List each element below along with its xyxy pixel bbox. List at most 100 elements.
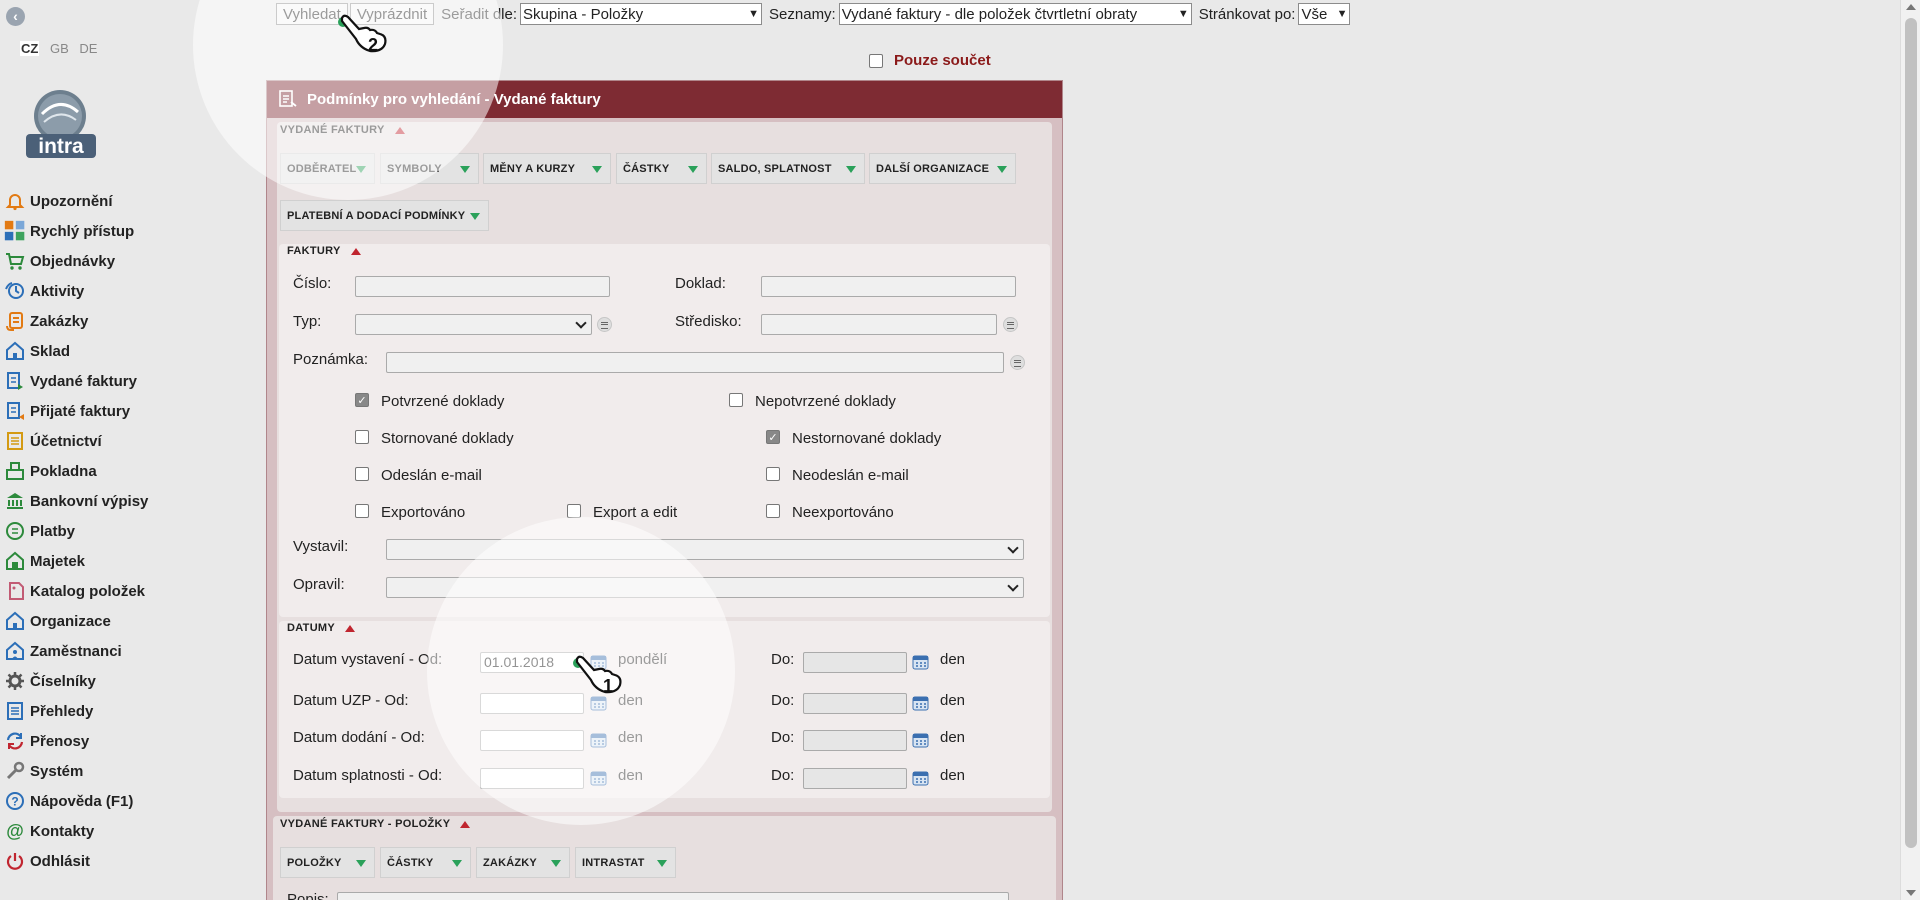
nestornovane-checkbox[interactable]: ✓ xyxy=(766,430,780,444)
collapse-sidebar-button[interactable]: ‹ xyxy=(6,7,25,26)
list-icon[interactable] xyxy=(1003,317,1018,332)
vystavil-label: Vystavil: xyxy=(293,538,349,555)
menu-item-organizace[interactable]: Organizace xyxy=(4,606,148,636)
invoices-section-title[interactable]: VYDANÉ FAKTURY xyxy=(280,124,405,136)
menu-item-kontakty[interactable]: @ Kontakty xyxy=(4,816,148,846)
menu-item-napoveda[interactable]: ? Nápověda (F1) xyxy=(4,786,148,816)
opravil-select[interactable] xyxy=(386,577,1024,598)
datum-dodani-from-day: den xyxy=(618,729,644,746)
menu-item-prijate-faktury[interactable]: Přijaté faktury xyxy=(4,396,148,426)
list-icon[interactable] xyxy=(1010,355,1025,370)
menu-item-objednavky[interactable]: Objednávky xyxy=(4,246,148,276)
datum-dodani-to-input[interactable] xyxy=(803,730,907,751)
menu-item-sklad[interactable]: Sklad xyxy=(4,336,148,366)
calendar-icon[interactable] xyxy=(590,731,607,748)
search-button[interactable]: Vyhledat xyxy=(276,3,348,25)
calendar-icon[interactable] xyxy=(912,731,929,748)
tab-dalsi-organizace[interactable]: DALŠÍ ORGANIZACE xyxy=(869,153,1016,184)
tab-castky[interactable]: ČÁSTKY xyxy=(616,153,707,184)
exportovano-checkbox[interactable] xyxy=(355,504,369,518)
tab-symboly[interactable]: SYMBOLY xyxy=(380,153,479,184)
typ-select[interactable] xyxy=(355,314,592,335)
menu-item-ciselniky[interactable]: Číselníky xyxy=(4,666,148,696)
datum-vystaveni-from-input[interactable]: 01.01.2018 xyxy=(480,652,584,673)
menu-item-vydane-faktury[interactable]: Vydané faktury xyxy=(4,366,148,396)
faktury-section-title[interactable]: FAKTURY xyxy=(287,245,361,257)
paging-select[interactable]: Vše ▼ xyxy=(1298,3,1351,25)
calendar-icon[interactable] xyxy=(590,694,607,711)
tab-items-castky[interactable]: ČÁSTKY xyxy=(380,847,471,878)
lang-gb[interactable]: GB xyxy=(50,41,69,56)
menu-item-prehledy[interactable]: Přehledy xyxy=(4,696,148,726)
lists-label: Seznamy: xyxy=(769,5,836,23)
doklad-input[interactable] xyxy=(761,276,1016,297)
lang-cz[interactable]: CZ xyxy=(20,41,40,56)
sidebar: ‹ CZ GB DE intra Upozornění Rychlý příst… xyxy=(0,0,220,900)
lang-de[interactable]: DE xyxy=(79,41,97,56)
datum-uzp-from-input[interactable] xyxy=(480,693,584,714)
menu-item-system[interactable]: Systém xyxy=(4,756,148,786)
tab-intrastat[interactable]: INTRASTAT xyxy=(575,847,676,878)
neexportovano-checkbox[interactable] xyxy=(766,504,780,518)
calendar-icon[interactable] xyxy=(912,653,929,670)
menu-item-zamestnanci[interactable]: Zaměstnanci xyxy=(4,636,148,666)
stredisko-input[interactable] xyxy=(761,314,997,335)
menu-item-pokladna[interactable]: Pokladna xyxy=(4,456,148,486)
tab-odberatel[interactable]: ODBĚRATEL xyxy=(280,153,375,184)
datum-vystaveni-to-input[interactable] xyxy=(803,652,907,673)
only-sum-checkbox[interactable] xyxy=(869,53,883,68)
export-edit-checkbox[interactable] xyxy=(567,504,581,518)
sort-select[interactable]: Skupina - Položky ▼ xyxy=(520,3,763,25)
nepotvrzene-checkbox[interactable] xyxy=(729,393,743,407)
datum-dodani-from-input[interactable] xyxy=(480,730,584,751)
lists-select[interactable]: Vydané faktury - dle položek čtvrtletní … xyxy=(838,3,1192,25)
potvrzene-label: Potvrzené doklady xyxy=(381,393,505,410)
calendar-icon[interactable] xyxy=(912,769,929,786)
tab-meny-a-kurzy[interactable]: MĚNY A KURZY xyxy=(483,153,611,184)
panel-header: Podmínky pro vyhledání - Vydané faktury xyxy=(267,81,1062,118)
potvrzene-checkbox[interactable]: ✓ xyxy=(355,393,369,407)
cislo-input[interactable] xyxy=(355,276,610,297)
calendar-icon[interactable] xyxy=(912,694,929,711)
scroll-down-arrow-icon[interactable] xyxy=(1906,890,1916,896)
neodeslan-email-checkbox[interactable] xyxy=(766,467,780,481)
poznamka-input[interactable] xyxy=(386,352,1004,373)
odeslan-email-checkbox[interactable] xyxy=(355,467,369,481)
menu-item-katalog-polozek[interactable]: Katalog položek xyxy=(4,576,148,606)
panel-title: Podmínky pro vyhledání - Vydané faktury xyxy=(307,91,601,108)
menu-item-prenosy[interactable]: Přenosy xyxy=(4,726,148,756)
menu-item-zakazky[interactable]: Zakázky xyxy=(4,306,148,336)
accounting-icon xyxy=(4,430,26,452)
tab-polozky[interactable]: POLOŽKY xyxy=(280,847,375,878)
page-scrollbar[interactable] xyxy=(1900,0,1920,900)
datum-uzp-to-input[interactable] xyxy=(803,693,907,714)
intra-logo[interactable]: intra xyxy=(20,86,102,162)
menu-item-majetek[interactable]: Majetek xyxy=(4,546,148,576)
only-sum-option[interactable]: Pouze součet xyxy=(869,52,991,69)
menu-item-rychly-pristup[interactable]: Rychlý přístup xyxy=(4,216,148,246)
datumy-section-title[interactable]: DATUMY xyxy=(287,622,356,634)
scroll-up-arrow-icon[interactable] xyxy=(1906,4,1916,10)
menu-item-odhlasit[interactable]: Odhlásit xyxy=(4,846,148,876)
tab-saldo-splatnost[interactable]: SALDO, SPLATNOST xyxy=(711,153,865,184)
vystavil-select[interactable] xyxy=(386,539,1024,560)
invoice-items-section-title[interactable]: VYDANÉ FAKTURY - POLOŽKY xyxy=(280,818,471,830)
menu-item-ucetnictvi[interactable]: Účetnictví xyxy=(4,426,148,456)
menu-item-aktivity[interactable]: Aktivity xyxy=(4,276,148,306)
menu-item-platby[interactable]: Platby xyxy=(4,516,148,546)
popis-input[interactable] xyxy=(337,892,1009,900)
clear-button[interactable]: Vyprázdnit xyxy=(349,3,435,25)
scrollbar-thumb[interactable] xyxy=(1905,18,1917,848)
menu-item-bankovni-vypisy[interactable]: Bankovní výpisy xyxy=(4,486,148,516)
datum-splatnosti-from-input[interactable] xyxy=(480,768,584,789)
tab-platebni-podminky[interactable]: PLATEBNÍ A DODACÍ PODMÍNKY xyxy=(280,200,489,231)
popis-label: Popis: xyxy=(287,891,329,900)
list-icon[interactable] xyxy=(597,317,612,332)
stornovane-checkbox[interactable] xyxy=(355,430,369,444)
calendar-icon[interactable] xyxy=(590,769,607,786)
menu-item-upozorneni[interactable]: Upozornění xyxy=(4,186,148,216)
tab-zakazky[interactable]: ZAKÁZKY xyxy=(476,847,570,878)
calendar-icon[interactable] xyxy=(590,653,607,670)
expand-arrow-icon xyxy=(997,166,1007,173)
datum-splatnosti-to-input[interactable] xyxy=(803,768,907,789)
